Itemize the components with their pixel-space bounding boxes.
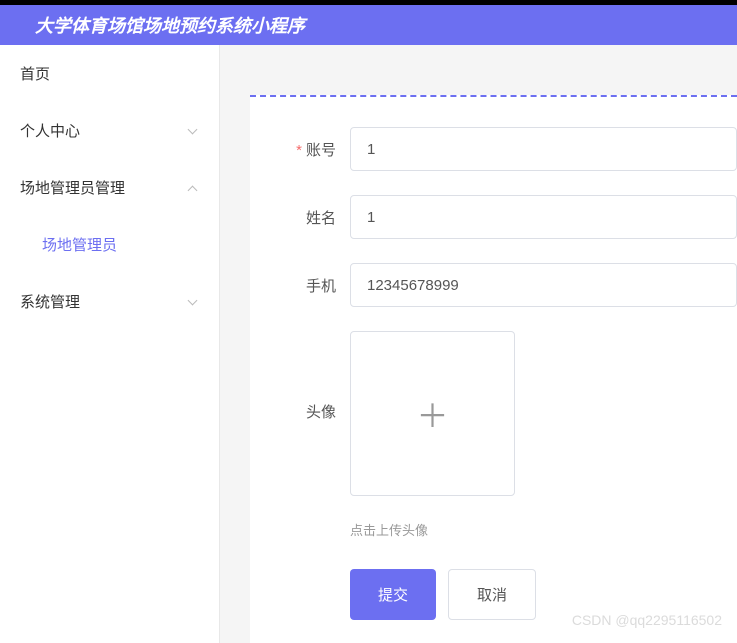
sidebar: 首页 个人中心 场地管理员管理 场地管理员 系统管理 (0, 45, 220, 643)
form-label-avatar: 头像 (280, 331, 350, 422)
sidebar-item-personal-center[interactable]: 个人中心 (0, 102, 219, 159)
form-row-phone: 手机 (280, 263, 737, 307)
watermark: CSDN @qq2295116502 (572, 612, 722, 628)
required-star: * (296, 142, 302, 159)
sidebar-item-label: 首页 (20, 63, 50, 84)
content-area: *账号 姓名 手机 头像 ＋ 点击上传头像 提交 取消 (220, 45, 737, 643)
main-container: 首页 个人中心 场地管理员管理 场地管理员 系统管理 *账号 (0, 45, 737, 643)
chevron-down-icon (189, 126, 199, 136)
header: 大学体育场馆场地预约系统小程序 (0, 5, 737, 45)
plus-icon: ＋ (416, 391, 448, 437)
submit-button[interactable]: 提交 (350, 569, 436, 620)
account-input[interactable] (350, 127, 737, 171)
form-row-account: *账号 (280, 127, 737, 171)
cancel-button[interactable]: 取消 (448, 569, 536, 620)
phone-input[interactable] (350, 263, 737, 307)
avatar-upload-box[interactable]: ＋ (350, 331, 515, 496)
sidebar-item-label: 系统管理 (20, 291, 80, 312)
form-card: *账号 姓名 手机 头像 ＋ 点击上传头像 提交 取消 (250, 95, 737, 643)
sidebar-item-label: 场地管理员管理 (20, 177, 125, 198)
sidebar-item-system-management[interactable]: 系统管理 (0, 273, 219, 330)
form-row-avatar: 头像 ＋ (280, 331, 737, 496)
chevron-up-icon (189, 183, 199, 193)
form-row-name: 姓名 (280, 195, 737, 239)
name-input[interactable] (350, 195, 737, 239)
app-title: 大学体育场馆场地预约系统小程序 (35, 12, 305, 38)
sidebar-item-venue-admin[interactable]: 场地管理员 (0, 216, 219, 273)
sidebar-item-home[interactable]: 首页 (0, 45, 219, 102)
sidebar-item-label: 场地管理员 (42, 234, 117, 255)
upload-hint: 点击上传头像 (350, 520, 737, 539)
form-label-name: 姓名 (280, 207, 350, 228)
form-label-phone: 手机 (280, 275, 350, 296)
sidebar-item-label: 个人中心 (20, 120, 80, 141)
form-label-account: *账号 (280, 139, 350, 160)
chevron-down-icon (189, 297, 199, 307)
sidebar-item-venue-admin-management[interactable]: 场地管理员管理 (0, 159, 219, 216)
